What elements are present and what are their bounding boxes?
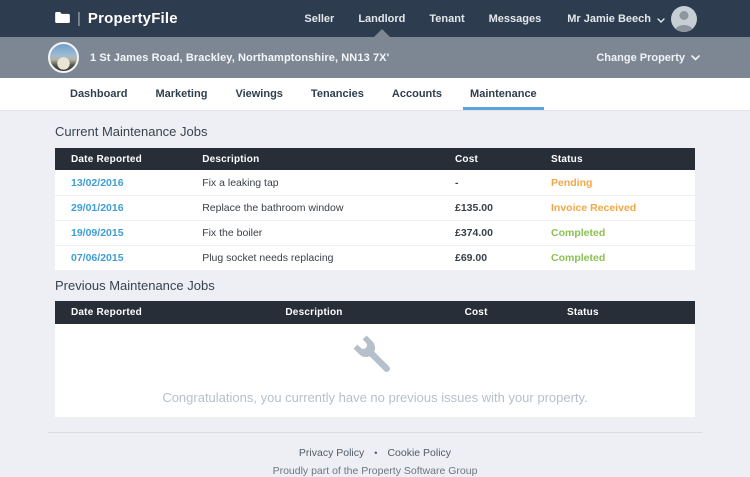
tab-accounts[interactable]: Accounts	[385, 78, 449, 110]
job-description-cell: Replace the bathroom window	[202, 202, 455, 214]
table-row: 07/06/2015 Plug socket needs replacing£69…	[55, 245, 695, 270]
column-header: Status	[551, 154, 695, 165]
footer-links: Privacy Policy • Cookie Policy	[48, 447, 702, 459]
table-row: 29/01/2016 Replace the bathroom window£13…	[55, 195, 695, 220]
job-description-cell: Fix a leaking tap	[202, 177, 455, 189]
property-photo-avatar	[48, 42, 79, 73]
column-header: Description	[202, 154, 455, 165]
nav-item-landlord[interactable]: Landlord	[358, 0, 405, 37]
column-header: Cost	[465, 307, 567, 318]
tab-viewings[interactable]: Viewings	[228, 78, 289, 110]
top-navbar: | PropertyFile Seller Landlord Tenant Messa…	[0, 0, 750, 37]
wrench-icon	[352, 367, 398, 384]
footer-separator: •	[374, 448, 377, 458]
avatar-body-icon	[675, 25, 693, 32]
previous-jobs-table-header: Date ReportedDescriptionCostStatus	[55, 301, 695, 324]
avatar-head-icon	[680, 11, 689, 20]
app-logo[interactable]: | PropertyFile	[55, 10, 178, 28]
tab-maintenance[interactable]: Maintenance	[463, 78, 544, 110]
folder-icon	[55, 10, 70, 28]
job-cost-cell: -	[455, 177, 551, 189]
tab-dashboard[interactable]: Dashboard	[63, 78, 134, 110]
current-jobs-title: Current Maintenance Jobs	[55, 111, 695, 148]
job-date-link[interactable]: 07/06/2015	[71, 252, 124, 264]
change-property-button[interactable]: Change Property	[596, 52, 700, 64]
job-date-link[interactable]: 13/02/2016	[71, 177, 124, 189]
job-date-cell: 29/01/2016	[55, 202, 202, 214]
footer-link-cookie-policy[interactable]: Cookie Policy	[387, 447, 451, 459]
page-footer: Privacy Policy • Cookie Policy Proudly par…	[48, 432, 702, 477]
previous-jobs-table: Date ReportedDescriptionCostStatus Congr…	[55, 301, 695, 417]
job-date-cell: 07/06/2015	[55, 252, 202, 264]
job-status-badge: Completed	[551, 227, 695, 239]
job-description-cell: Fix the boiler	[202, 227, 455, 239]
property-bar: 1 St James Road, Brackley, Northamptonsh…	[0, 37, 750, 78]
job-status-badge: Pending	[551, 177, 695, 189]
change-property-label: Change Property	[596, 52, 685, 64]
property-address: 1 St James Road, Brackley, Northamptonsh…	[90, 52, 389, 64]
job-status-badge: Invoice Received	[551, 202, 695, 214]
column-header: Date Reported	[55, 154, 202, 165]
job-date-link[interactable]: 19/09/2015	[71, 227, 124, 239]
job-cost-cell: £69.00	[455, 252, 551, 264]
empty-state-message: Congratulations, you currently have no p…	[55, 390, 695, 405]
tab-marketing[interactable]: Marketing	[148, 78, 214, 110]
tab-tenancies[interactable]: Tenancies	[304, 78, 371, 110]
table-row: 19/09/2015 Fix the boiler£374.00Completed	[55, 220, 695, 245]
column-header: Status	[567, 307, 695, 318]
current-jobs-table-header: Date ReportedDescriptionCostStatus	[55, 148, 695, 170]
job-description-cell: Plug socket needs replacing	[202, 252, 455, 264]
section-tabs: Dashboard Marketing Viewings Tenancies Accou…	[0, 78, 750, 111]
active-nav-caret	[374, 29, 390, 37]
column-header: Description	[285, 307, 464, 318]
logo-text: PropertyFile	[88, 10, 178, 27]
current-jobs-table: Date ReportedDescriptionCostStatus 13/02…	[55, 148, 695, 270]
footer-tagline: Proudly part of the Property Software Gr…	[48, 465, 702, 477]
nav-item-messages[interactable]: Messages	[489, 0, 542, 37]
job-date-link[interactable]: 29/01/2016	[71, 202, 124, 214]
previous-jobs-title: Previous Maintenance Jobs	[55, 270, 695, 301]
job-status-badge: Completed	[551, 252, 695, 264]
chevron-down-icon	[657, 10, 665, 28]
previous-jobs-empty-state: Congratulations, you currently have no p…	[55, 324, 695, 417]
column-header: Date Reported	[55, 307, 285, 318]
user-avatar[interactable]	[671, 6, 697, 32]
column-header: Cost	[455, 154, 551, 165]
job-cost-cell: £135.00	[455, 202, 551, 214]
table-row: 13/02/2016 Fix a leaking tap-Pending	[55, 170, 695, 195]
footer-link-privacy-policy[interactable]: Privacy Policy	[299, 447, 364, 459]
nav-items: Seller Landlord Tenant Messages Mr Jamie Bee…	[304, 0, 697, 37]
chevron-down-icon	[691, 52, 700, 64]
job-cost-cell: £374.00	[455, 227, 551, 239]
current-jobs-table-body: 13/02/2016 Fix a leaking tap-Pending 29/01…	[55, 170, 695, 270]
job-date-cell: 13/02/2016	[55, 177, 202, 189]
nav-item-seller[interactable]: Seller	[304, 0, 334, 37]
user-menu[interactable]: Mr Jamie Beech	[567, 6, 697, 32]
job-date-cell: 19/09/2015	[55, 227, 202, 239]
logo-divider: |	[77, 10, 81, 27]
nav-item-tenant[interactable]: Tenant	[429, 0, 464, 37]
user-name: Mr Jamie Beech	[567, 13, 651, 25]
main-content: Current Maintenance Jobs Date ReportedDe…	[55, 111, 695, 417]
